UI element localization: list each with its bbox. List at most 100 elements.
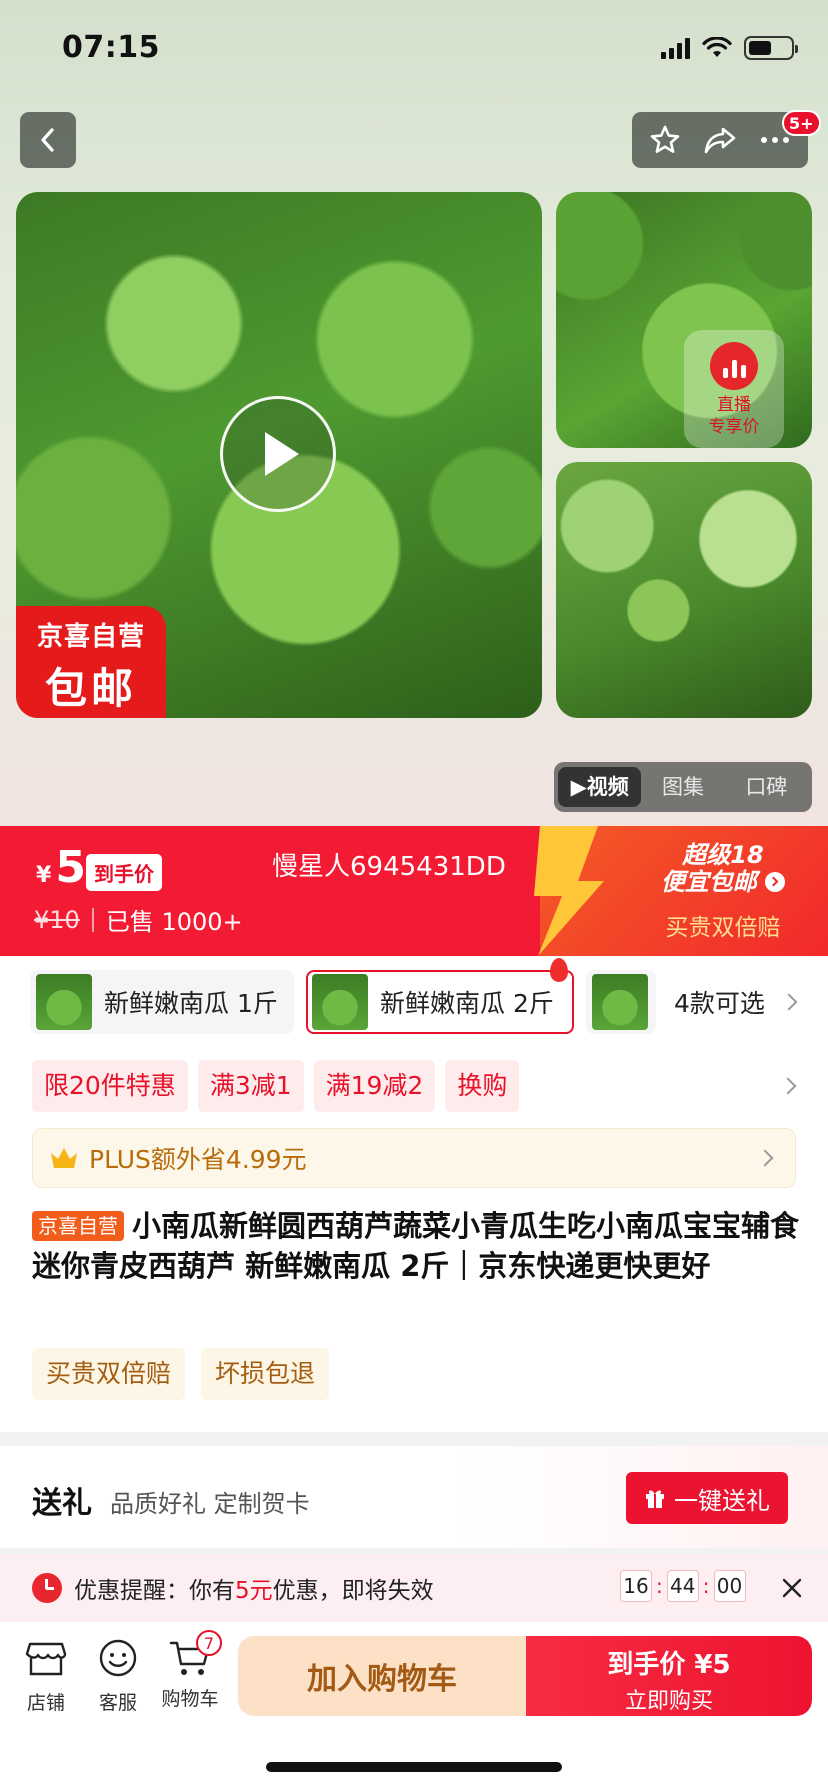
product-info-card: 新鲜嫩南瓜 1斤 新鲜嫩南瓜 2斤 4款可选 限20件特惠 满3减1 满19减2… <box>0 956 828 1432</box>
live-badge-line2: 专享价 <box>708 417 760 437</box>
status-bar: 07:15 <box>0 0 828 98</box>
store-tag: 京喜自营 <box>32 1211 124 1241</box>
price-currency: ¥ <box>36 863 52 888</box>
buy-price-label: 到手价 ¥5 <box>607 1650 731 1680</box>
wifi-icon <box>702 37 732 57</box>
divider <box>91 907 94 932</box>
product-media-area: 07:15 5+ 京喜自营 包邮 直播 专享价 ▶视频 图集 口碑 <box>0 0 828 826</box>
reminder-text: 优惠提醒：你有5元优惠，即将失效 <box>74 1578 434 1604</box>
promo-chip[interactable]: 满3减1 <box>197 1060 304 1112</box>
chevron-right-icon <box>780 993 798 1011</box>
tab-reviews[interactable]: 口碑 <box>725 767 808 807</box>
service-label: 客服 <box>98 1692 137 1714</box>
more-icon <box>760 137 789 143</box>
promo-subtitle: 买贵双倍赔 <box>665 915 781 941</box>
variant-selector: 新鲜嫩南瓜 1斤 新鲜嫩南瓜 2斤 4款可选 <box>30 958 808 1036</box>
tab-video[interactable]: ▶视频 <box>558 767 642 807</box>
cart-label: 购物车 <box>161 1688 219 1710</box>
live-price-badge[interactable]: 直播 专享价 <box>684 330 784 448</box>
gift-title: 送礼 <box>32 1486 92 1521</box>
send-gift-label: 一键送礼 <box>674 1486 770 1515</box>
back-button[interactable] <box>20 112 76 168</box>
original-price-row: ¥10 已售 1000+ <box>34 902 243 937</box>
variant-thumbnail <box>592 974 648 1030</box>
gift-icon <box>646 1490 664 1508</box>
shipping-badge: 京喜自营 包邮 <box>16 606 166 718</box>
sold-count: 已售 1000+ <box>105 908 243 936</box>
plus-savings-bar[interactable]: PLUS额外省4.99元 <box>32 1128 796 1188</box>
shipping-badge-line2: 包邮 <box>44 664 137 713</box>
buy-now-button[interactable]: 到手价 ¥5 立即购买 <box>526 1636 812 1716</box>
guarantee-badge[interactable]: 买贵双倍赔 <box>32 1348 186 1400</box>
cart-icon-wrap: 7 <box>168 1630 222 1678</box>
store-tab[interactable]: 店铺 <box>16 1638 76 1715</box>
signal-icon <box>661 37 690 59</box>
product-image-thumbnail-2[interactable] <box>556 462 812 718</box>
cart-count-badge: 7 <box>196 1630 222 1656</box>
chevron-right-icon <box>756 1149 774 1167</box>
battery-icon <box>744 36 798 60</box>
promo-chip[interactable]: 满19减2 <box>313 1060 436 1112</box>
shipping-badge-line1: 京喜自营 <box>36 622 145 652</box>
product-title: 京喜自营 小南瓜新鲜圆西葫芦蔬菜小青瓜生吃小南瓜宝宝辅食迷你青皮西葫芦 新鲜嫩南瓜… <box>32 1206 802 1286</box>
clock-icon <box>32 1573 62 1603</box>
send-gift-button[interactable]: 一键送礼 <box>626 1472 788 1524</box>
hot-icon <box>550 958 568 982</box>
price-value: 5 <box>55 842 86 893</box>
service-tab[interactable]: 客服 <box>88 1638 148 1715</box>
home-indicator <box>266 1762 562 1772</box>
variant-count[interactable]: 4款可选 <box>674 984 765 1020</box>
promo-title-line2: 便宜包邮 <box>628 869 818 896</box>
share-button[interactable] <box>698 118 742 162</box>
star-icon <box>651 125 680 153</box>
coupon-reminder[interactable]: 优惠提醒：你有5元优惠，即将失效 16 : 44 : 00 <box>0 1554 828 1622</box>
tab-gallery[interactable]: 图集 <box>641 767 724 807</box>
countdown-timer: 16 : 44 : 00 <box>620 1570 746 1602</box>
price-tag: 到手价 <box>86 854 162 891</box>
promo-title-line1: 超级18 <box>682 841 764 869</box>
add-to-cart-button[interactable]: 加入购物车 <box>238 1636 526 1716</box>
cart-tab[interactable]: 7 购物车 <box>160 1630 222 1711</box>
live-icon <box>710 342 758 390</box>
play-icon[interactable] <box>220 396 336 512</box>
store-label: 店铺 <box>26 1692 65 1714</box>
status-time: 07:15 <box>62 30 160 65</box>
store-icon <box>25 1642 67 1676</box>
variant-option[interactable]: 新鲜嫩南瓜 1斤 <box>30 970 294 1034</box>
lightning-icon <box>534 826 604 956</box>
close-icon[interactable] <box>780 1576 804 1600</box>
customer-service-icon <box>99 1639 137 1677</box>
variant-thumbnail <box>36 974 92 1030</box>
final-price: ¥ 5 <box>36 842 86 893</box>
media-tabs: ▶视频 图集 口碑 <box>554 762 812 812</box>
gift-subtitle: 品质好礼 定制贺卡 <box>110 1490 310 1518</box>
service-guarantees: 买贵双倍赔 坏损包退 <box>32 1348 330 1400</box>
chevron-circle-icon <box>765 872 786 892</box>
chevron-right-icon[interactable] <box>779 1077 797 1095</box>
status-icons <box>661 36 798 60</box>
chevron-left-icon <box>41 128 54 152</box>
timer-hours: 16 <box>620 1570 652 1602</box>
price-banner: ¥ 5 到手价 ¥10 已售 1000+ 慢星人6945431DD 超级18 便… <box>0 826 828 956</box>
buy-now-label: 立即购买 <box>624 1689 713 1714</box>
variant-label: 新鲜嫩南瓜 2斤 <box>380 989 554 1018</box>
variant-label: 新鲜嫩南瓜 1斤 <box>104 989 278 1018</box>
crown-icon <box>51 1148 77 1168</box>
product-title-text: 小南瓜新鲜圆西葫芦蔬菜小青瓜生吃小南瓜宝宝辅食迷你青皮西葫芦 新鲜嫩南瓜 2斤｜… <box>32 1209 800 1283</box>
guarantee-badge[interactable]: 坏损包退 <box>201 1348 330 1400</box>
timer-seconds: 00 <box>713 1570 746 1602</box>
message-badge: 5+ <box>782 110 821 136</box>
share-icon <box>704 127 736 154</box>
promotion-tags[interactable]: 限20件特惠 满3减1 满19减2 换购 <box>32 1060 808 1112</box>
original-price: ¥10 <box>34 905 80 934</box>
variant-option-selected[interactable]: 新鲜嫩南瓜 2斤 <box>306 958 574 1034</box>
variant-option[interactable] <box>586 970 656 1034</box>
plus-savings-text: PLUS额外省4.99元 <box>89 1145 307 1174</box>
promo-chip[interactable]: 限20件特惠 <box>32 1060 188 1112</box>
favorite-button[interactable] <box>643 118 687 162</box>
gift-section: 送礼 品质好礼 定制贺卡 一键送礼 <box>0 1446 828 1548</box>
timer-minutes: 44 <box>666 1570 699 1602</box>
reminder-amount: 5元 <box>235 1578 273 1604</box>
promo-title[interactable]: 超级18 便宜包邮 <box>628 842 818 896</box>
promo-chip[interactable]: 换购 <box>445 1060 520 1112</box>
